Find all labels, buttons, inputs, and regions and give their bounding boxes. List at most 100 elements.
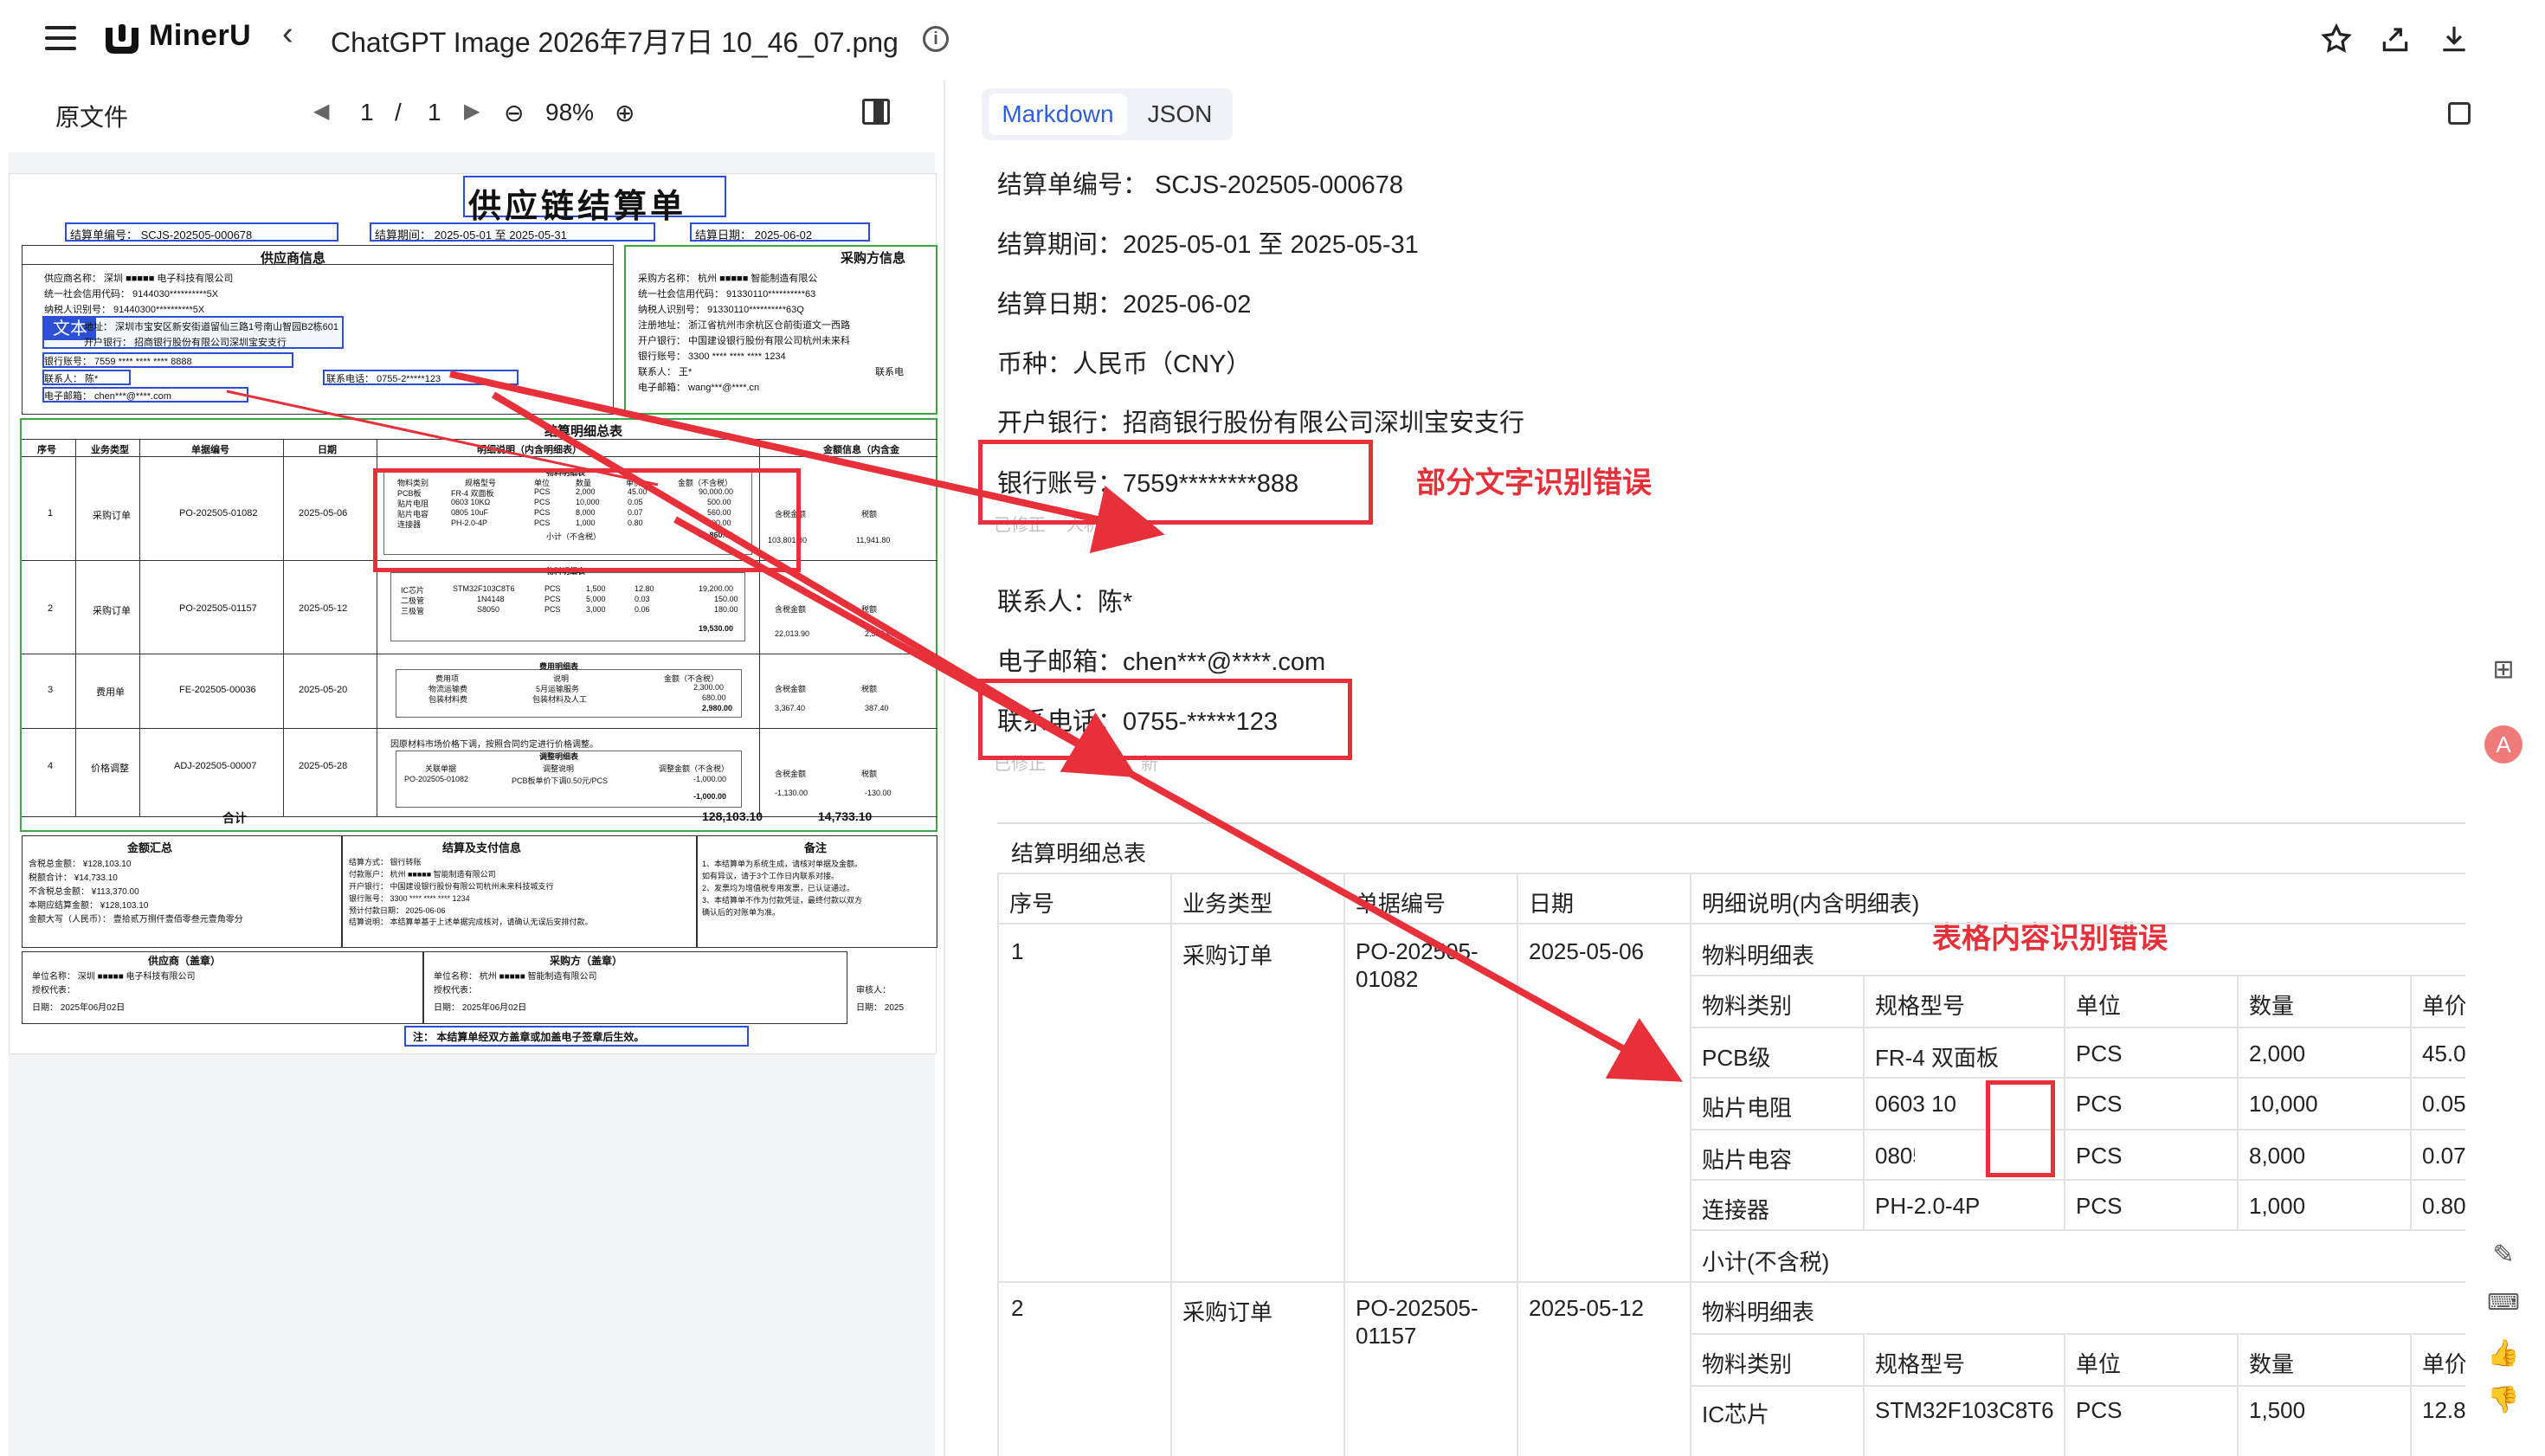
next-page-icon[interactable]: ▶	[464, 99, 480, 124]
supplier-line: 纳税人识别号： 91440300**********5X	[44, 305, 205, 315]
inner-cell: 0805 10	[1875, 1143, 1915, 1169]
amt-label: 税额	[861, 685, 878, 693]
mineru-logo-icon	[106, 24, 139, 54]
tab-json[interactable]: JSON	[1134, 93, 1226, 135]
inner-cell: 贴片电容	[1702, 1147, 1793, 1173]
stylus-icon[interactable]: ✎	[2484, 1236, 2522, 1274]
inner-cell: 10,000	[2249, 1091, 2318, 1117]
sign-line: 授权代表：	[32, 986, 75, 995]
info-icon[interactable]: i	[923, 26, 949, 52]
sign-line: 日期： 2025年06月02日	[434, 1003, 527, 1013]
row-date: 2025-05-06	[299, 508, 348, 519]
zoom-level[interactable]: 98%	[545, 99, 594, 126]
sign-line: 单位名称： 杭州 ■■■■■ 智能制造有限公司	[434, 972, 597, 982]
amt-value: -130.00	[865, 789, 892, 797]
supplier-line: 联系人： 陈*	[44, 374, 99, 384]
buyer-line: 采购方名称： 杭州 ■■■■■ 智能制造有限公	[638, 274, 818, 284]
remark-line: 3、本结算单不作为付款凭证，最终付款以双方	[702, 896, 863, 905]
table-cell: 2025-05-12	[1529, 1295, 1644, 1321]
buyer-line: 纳税人识别号： 91330110**********63Q	[638, 305, 804, 315]
inner-cell: PCS	[2076, 1040, 2123, 1066]
page-current[interactable]: 1	[360, 99, 374, 126]
table-cell: 物料明细表	[1702, 943, 1815, 969]
sign-header: 供应商（盖章）	[148, 955, 222, 967]
amt-value: 11,941.80	[856, 536, 891, 544]
pay-line: 开户银行： 中国建设银行股份有限公司杭州未来科技城支行	[349, 882, 554, 891]
split-view-icon[interactable]	[862, 99, 890, 125]
page-separator: /	[395, 99, 402, 126]
table-header: 单据编号	[1356, 891, 1446, 917]
mini-cell: 19,200.00	[699, 584, 734, 593]
footer-note: 注： 本结算单经双方盖章或加盖电子签章后生效。	[413, 1031, 645, 1043]
mini-head: 关联单据	[425, 764, 457, 773]
thumbs-down-icon[interactable]: 👎	[2484, 1382, 2522, 1420]
menu-icon[interactable]	[45, 26, 76, 52]
inner-header: 数量	[2249, 1351, 2295, 1377]
inner-header: 单价	[2422, 1351, 2465, 1377]
table-error-box	[1986, 1080, 2055, 1177]
inner-cell: 贴片电阻	[1702, 1095, 1793, 1121]
download-icon[interactable]	[2438, 23, 2471, 55]
row-date: 2025-05-20	[299, 685, 348, 695]
row-doc: PO-202505-01157	[179, 603, 257, 614]
document-page: 供应链结算单 结算单编号： SCJS-202505-000678 结算期间： 2…	[9, 173, 937, 1054]
mini-cell: PO-202505-01082	[404, 775, 469, 783]
remark-line: 确认后的对账单为准。	[702, 908, 781, 917]
inner-cell: 1,500	[2249, 1397, 2306, 1423]
inner-cell: PCS	[2076, 1397, 2123, 1423]
col-head: 日期	[318, 445, 337, 455]
prev-page-icon[interactable]: ◀	[313, 99, 329, 124]
mini-cell: STM32F103C8T6	[453, 584, 515, 593]
translate-icon[interactable]: A	[2484, 725, 2522, 763]
mini-cell: 5,000	[586, 595, 606, 603]
table-cell: 物料明细表	[1702, 1299, 1815, 1325]
back-chevron-icon[interactable]: ‹	[282, 16, 293, 53]
zoom-out-icon[interactable]: ⊖	[504, 99, 524, 127]
amt-label: 税额	[861, 605, 878, 614]
doc-title: 供应链结算单	[468, 189, 687, 225]
mini-cell: PCB板单价下调0.50元/PCS	[512, 776, 609, 785]
zoom-in-icon[interactable]: ⊕	[615, 99, 635, 127]
tab-markdown[interactable]: Markdown	[989, 93, 1127, 135]
amt-label: 税额	[861, 510, 878, 519]
supplier-line: 供应商名称： 深圳 ■■■■■ 电子科技有限公司	[44, 274, 234, 284]
row-date: 2025-05-12	[299, 603, 348, 614]
mini-title: 调整明细表	[539, 752, 579, 761]
text-error-box	[978, 440, 1373, 525]
remark-line: 如有异议，请于3个工作日内联系对接。	[702, 872, 840, 880]
share-icon[interactable]	[2379, 23, 2412, 55]
settle-no: 结算单编号： SCJS-202505-000678	[70, 229, 253, 242]
remark-header: 备注	[804, 841, 828, 854]
row-date: 2025-05-28	[299, 761, 348, 771]
amount-line: 不含税总金额： ¥113,370.00	[29, 887, 139, 897]
row-no: 2	[48, 603, 54, 614]
result-line: 电子邮箱：chen***@****.com	[997, 648, 1326, 676]
table-header: 日期	[1529, 891, 1575, 917]
pay-header: 结算及支付信息	[442, 841, 522, 854]
buyer-line: 联系人： 王*	[638, 367, 693, 377]
thumbs-up-icon[interactable]: 👍	[2484, 1335, 2522, 1373]
keyboard-icon[interactable]: ⌨	[2484, 1283, 2522, 1321]
row-doc: PO-202505-01082	[179, 508, 258, 519]
row-doc: FE-202505-00036	[179, 685, 256, 695]
panel-divider[interactable]	[944, 80, 945, 1456]
result-line: 结算日期：2025-06-02	[997, 291, 1252, 319]
inner-cell: 8,000	[2249, 1143, 2306, 1169]
table-cell: 01082	[1356, 966, 1419, 992]
star-icon[interactable]	[2320, 23, 2353, 55]
pay-line: 银行账号： 3300 **** **** **** 1234	[349, 894, 470, 903]
result-line: 币种：人民币（CNY）	[997, 351, 1252, 378]
copy-icon[interactable]	[2448, 102, 2471, 125]
mini-cell: 2,300.00	[693, 683, 725, 692]
ai-chat-icon[interactable]: ⊞	[2484, 651, 2522, 689]
col-head: 单据编号	[191, 445, 229, 455]
mini-cell: 包装材料及人工	[532, 695, 588, 704]
inner-cell: PCS	[2076, 1091, 2123, 1117]
total-label: 合计	[222, 811, 247, 825]
mini-subtotal-val: 19,530.00	[699, 624, 734, 633]
buyer-line: 统一社会信用代码： 91330110**********63	[638, 289, 816, 300]
supplier-header: 供应商信息	[261, 251, 326, 266]
col-head: 金额信息（内含金	[823, 445, 899, 455]
sign-line: 单位名称： 深圳 ■■■■■ 电子科技有限公司	[32, 972, 196, 982]
row-type: 采购订单	[93, 606, 131, 616]
